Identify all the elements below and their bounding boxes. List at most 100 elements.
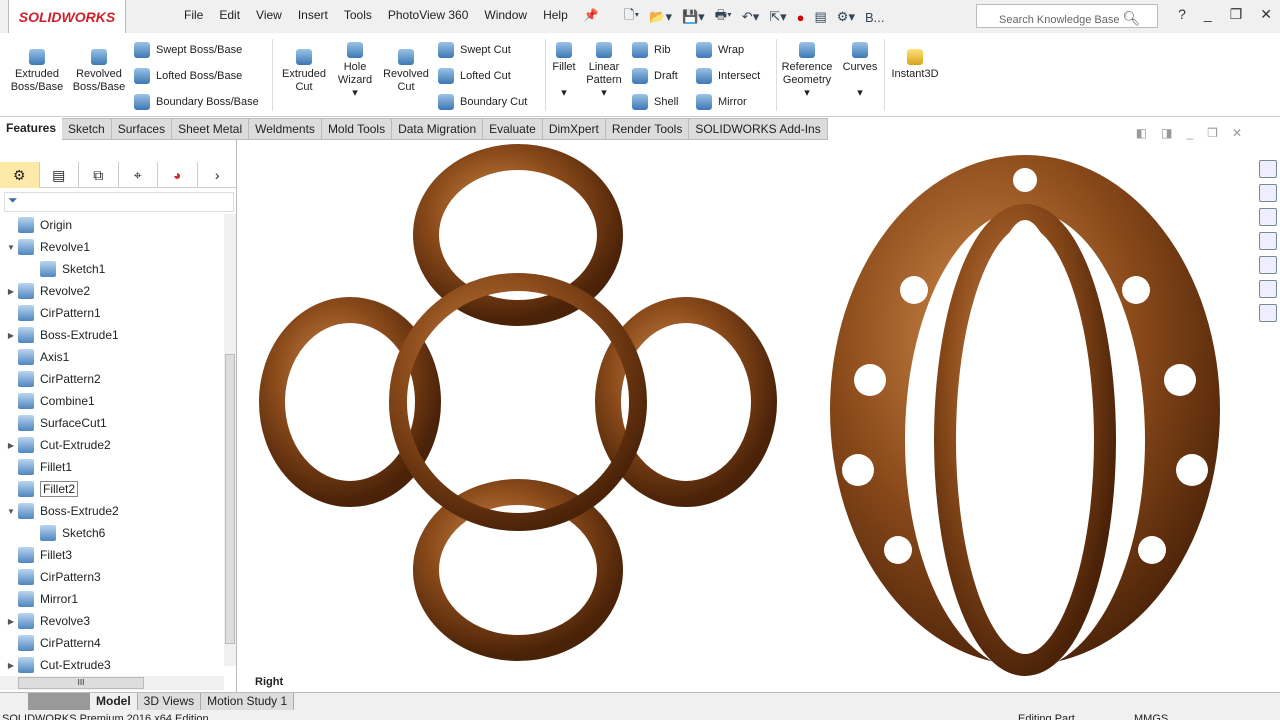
save-icon[interactable]: 💾▾ — [682, 9, 705, 25]
tree-item[interactable]: CirPattern3 — [0, 566, 224, 588]
tab-sketch[interactable]: Sketch — [62, 118, 112, 140]
rebuild-icon[interactable]: ● — [797, 10, 805, 25]
previous-view-icon[interactable]: ◧ — [1136, 126, 1147, 140]
expand-toggle-icon[interactable]: ▼ — [4, 507, 18, 516]
dimxpert-manager-tab-icon[interactable]: ⌖ — [119, 162, 158, 188]
tab-mold-tools[interactable]: Mold Tools — [321, 118, 393, 140]
options-icon[interactable]: ⚙▾ — [837, 9, 855, 25]
rib-button[interactable]: Rib — [632, 42, 671, 58]
expand-toggle-icon[interactable]: ▶ — [4, 441, 18, 450]
search-knowledge-base-input[interactable]: Search Knowledge Base 🔍︎ — [976, 4, 1158, 28]
linear-pattern-button[interactable]: Linear Pattern ▾ — [582, 42, 626, 100]
curves-button[interactable]: Curves ▾ — [840, 42, 880, 100]
scroll-thumb[interactable]: III — [18, 677, 144, 689]
tab-features[interactable]: Features — [0, 118, 63, 140]
help-button[interactable]: ? — [1178, 6, 1186, 23]
tree-item[interactable]: Fillet1 — [0, 456, 224, 478]
tab-model[interactable]: Model — [90, 693, 138, 710]
tree-vertical-scrollbar[interactable] — [224, 214, 236, 666]
undo-icon[interactable]: ↶▾ — [742, 9, 759, 25]
tree-item[interactable]: ▼ Boss-Extrude2 — [0, 500, 224, 522]
revolved-cut-button[interactable]: Revolved Cut — [380, 49, 432, 94]
menu-photoview[interactable]: PhotoView 360 — [380, 8, 477, 22]
custom-properties-icon[interactable] — [1259, 280, 1277, 298]
tab-addins[interactable]: SOLIDWORKS Add-Ins — [689, 118, 828, 140]
tree-item[interactable]: ▶ Cut-Extrude3 — [0, 654, 224, 676]
tree-item[interactable]: CirPattern4 — [0, 632, 224, 654]
wrap-button[interactable]: Wrap — [696, 42, 744, 58]
tree-item[interactable]: ▶ Revolve2 — [0, 280, 224, 302]
tab-sheet-metal[interactable]: Sheet Metal — [172, 118, 250, 140]
expand-toggle-icon[interactable]: ▶ — [4, 331, 18, 340]
close-icon[interactable]: ✕ — [1260, 6, 1272, 23]
search-icon[interactable]: 🔍︎ — [1123, 10, 1141, 26]
tree-item[interactable]: Mirror1 — [0, 588, 224, 610]
menu-help[interactable]: Help — [535, 8, 576, 22]
print-icon[interactable]: 🖶▾ — [715, 6, 732, 28]
tab-weldments[interactable]: Weldments — [249, 118, 322, 140]
menu-tools[interactable]: Tools — [336, 8, 380, 22]
tree-item[interactable]: Axis1 — [0, 346, 224, 368]
swept-boss-button[interactable]: Swept Boss/Base — [134, 42, 242, 58]
extruded-cut-button[interactable]: Extruded Cut — [278, 49, 330, 94]
design-library-icon[interactable] — [1259, 184, 1277, 202]
tree-item[interactable]: Fillet2 — [0, 478, 224, 500]
tab-scroll-arrows[interactable] — [28, 693, 90, 710]
close-icon[interactable]: ✕ — [1232, 126, 1242, 140]
configuration-manager-tab-icon[interactable]: ⧉ — [79, 162, 119, 188]
tab-evaluate[interactable]: Evaluate — [483, 118, 543, 140]
menu-view[interactable]: View — [248, 8, 290, 22]
filter-input[interactable]: ⏷ — [4, 192, 234, 212]
tree-item[interactable]: Origin — [0, 214, 224, 236]
lofted-boss-button[interactable]: Lofted Boss/Base — [134, 68, 242, 84]
pin-icon[interactable]: 📌 — [576, 8, 607, 22]
home-icon[interactable] — [1259, 160, 1277, 178]
tree-item[interactable]: CirPattern2 — [0, 368, 224, 390]
tree-item[interactable]: CirPattern1 — [0, 302, 224, 324]
menu-insert[interactable]: Insert — [290, 8, 336, 22]
minimize-icon[interactable]: _ — [1204, 6, 1212, 23]
restore-icon[interactable]: ❐ — [1230, 6, 1243, 23]
property-manager-tab-icon[interactable]: ▤ — [40, 162, 79, 188]
feature-manager-tab-icon[interactable]: ⚙ — [0, 162, 40, 188]
tab-data-migration[interactable]: Data Migration — [392, 118, 484, 140]
tree-item[interactable]: Combine1 — [0, 390, 224, 412]
tree-item[interactable]: Fillet3 — [0, 544, 224, 566]
intersect-button[interactable]: Intersect — [696, 68, 760, 84]
view-palette-icon[interactable] — [1259, 232, 1277, 250]
boundary-cut-button[interactable]: Boundary Cut — [438, 94, 527, 110]
tab-3d-views[interactable]: 3D Views — [137, 693, 202, 710]
tree-item[interactable]: ▼ Revolve1 — [0, 236, 224, 258]
expand-toggle-icon[interactable]: ▶ — [4, 287, 18, 296]
fillet-button[interactable]: Fillet ▾ — [548, 42, 580, 100]
lofted-cut-button[interactable]: Lofted Cut — [438, 68, 511, 84]
scroll-thumb[interactable] — [225, 354, 235, 644]
hole-wizard-button[interactable]: Hole Wizard ▾ — [332, 42, 378, 100]
select-icon[interactable]: ⇱▾ — [769, 9, 786, 25]
file-properties-icon[interactable]: ▤ — [815, 9, 827, 25]
forum-icon[interactable] — [1259, 304, 1277, 322]
units-selector[interactable]: MMGS — [1134, 710, 1168, 720]
boundary-boss-button[interactable]: Boundary Boss/Base — [134, 94, 259, 110]
menu-window[interactable]: Window — [476, 8, 535, 22]
minimize-icon[interactable]: _ — [1186, 126, 1193, 140]
tree-item[interactable]: ▶ Boss-Extrude1 — [0, 324, 224, 346]
tab-motion-study[interactable]: Motion Study 1 — [201, 693, 295, 710]
tab-surfaces[interactable]: Surfaces — [111, 118, 173, 140]
reference-geometry-button[interactable]: Reference Geometry ▾ — [780, 42, 834, 100]
tab-render-tools[interactable]: Render Tools — [605, 118, 690, 140]
next-view-icon[interactable]: ◨ — [1161, 126, 1172, 140]
expand-toggle-icon[interactable]: ▶ — [4, 617, 18, 626]
new-icon[interactable]: 🗋▾ — [624, 6, 639, 28]
solidworks-logo[interactable]: SOLIDWORKS — [8, 0, 126, 34]
extruded-boss-button[interactable]: Extruded Boss/Base — [8, 49, 66, 94]
shell-button[interactable]: Shell — [632, 94, 678, 110]
revolved-boss-button[interactable]: Revolved Boss/Base — [70, 49, 128, 94]
expand-panel-icon[interactable]: › — [198, 162, 237, 188]
tree-horizontal-scrollbar[interactable]: III — [0, 676, 224, 690]
instant3d-button[interactable]: Instant3D — [888, 49, 942, 81]
tree-item[interactable]: ▶ Revolve3 — [0, 610, 224, 632]
appearances-icon[interactable] — [1259, 256, 1277, 274]
tree-item[interactable]: ▶ Cut-Extrude2 — [0, 434, 224, 456]
tab-dimxpert[interactable]: DimXpert — [542, 118, 606, 140]
